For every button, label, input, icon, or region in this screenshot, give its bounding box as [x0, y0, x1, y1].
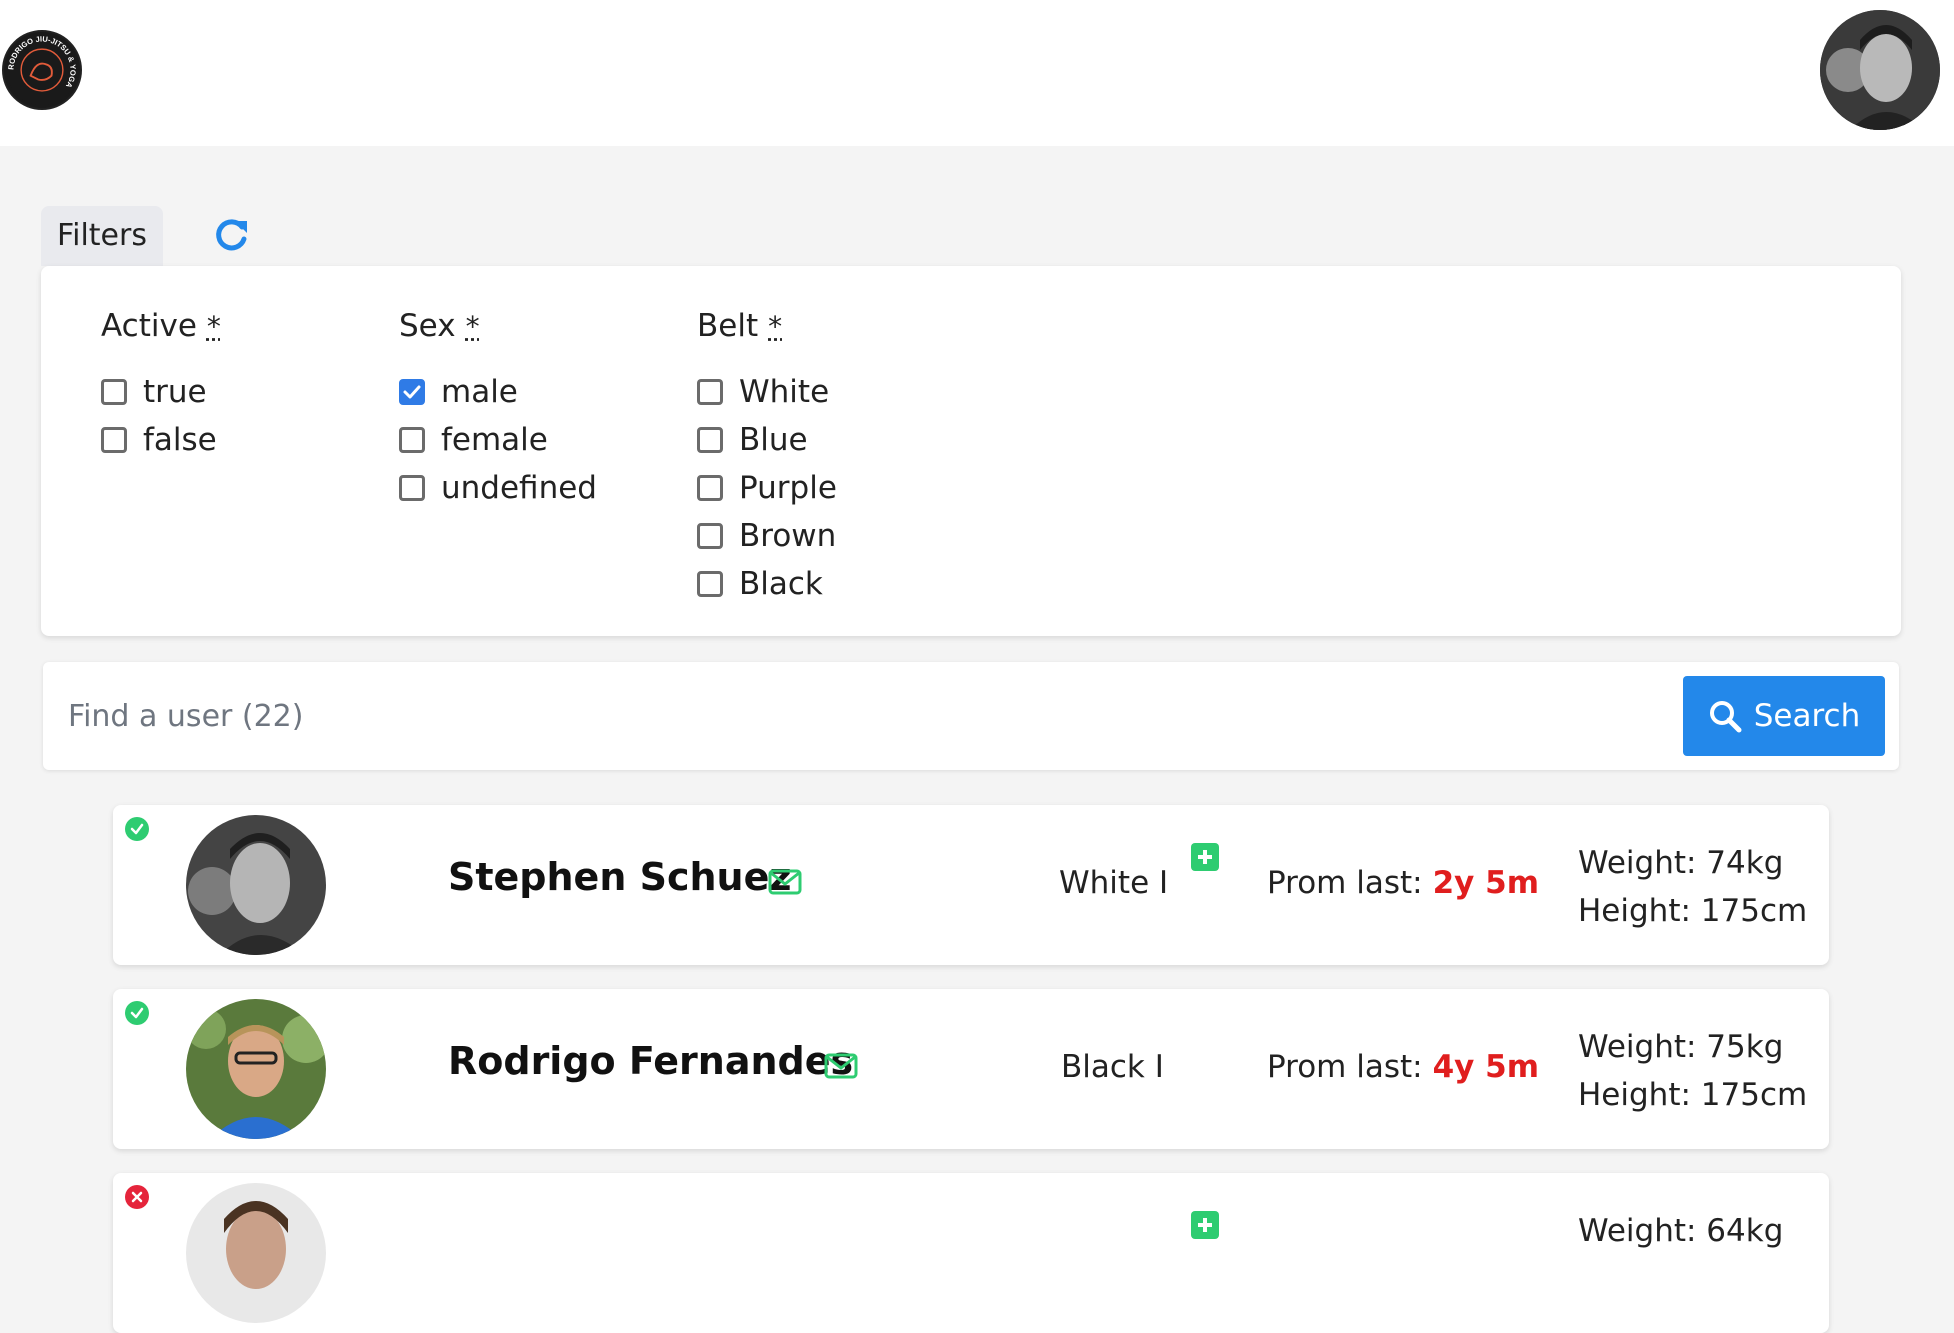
top-bar: RODRIGO JIU-JITSU & YOGA — [0, 0, 1954, 146]
belt-rank: Black I — [1061, 1049, 1164, 1085]
last-promotion: Prom last: 4y 5m — [1267, 1049, 1539, 1085]
filter-title-text: Belt — [697, 308, 759, 344]
weight-value: Weight: 74kg — [1578, 845, 1784, 881]
required-marker: * — [206, 310, 221, 343]
checkbox[interactable] — [399, 427, 425, 453]
checkbox-checked[interactable] — [399, 379, 425, 405]
checkmark-icon — [403, 385, 421, 399]
user-card[interactable]: Stephen Schuez White I Prom last: 2y 5m W… — [113, 805, 1829, 965]
checkbox[interactable] — [697, 379, 723, 405]
status-active-icon — [125, 1001, 149, 1025]
search-button[interactable]: Search — [1683, 676, 1885, 756]
filter-option-active-true[interactable]: true — [101, 368, 221, 416]
user-stats: Weight: 75kg Height: 175cm — [1578, 1023, 1807, 1119]
filter-option-label: Black — [739, 566, 823, 602]
logo-emblem-icon: RODRIGO JIU-JITSU & YOGA — [6, 34, 78, 106]
filter-option-belt-blue[interactable]: Blue — [697, 416, 837, 464]
user-name[interactable]: Stephen Schuez — [448, 855, 792, 899]
filter-option-label: true — [143, 374, 207, 410]
filter-option-sex-female[interactable]: female — [399, 416, 597, 464]
user-avatar[interactable] — [186, 1183, 326, 1323]
filter-option-label: Purple — [739, 470, 837, 506]
checkbox[interactable] — [697, 571, 723, 597]
filter-option-label: male — [441, 374, 518, 410]
mail-icon[interactable] — [768, 869, 802, 895]
filter-group-active: Active * true false — [101, 308, 221, 464]
status-active-icon — [125, 817, 149, 841]
filter-option-active-false[interactable]: false — [101, 416, 221, 464]
search-icon — [1709, 701, 1742, 733]
filters-tab[interactable]: Filters — [41, 206, 163, 266]
plus-icon — [1198, 1218, 1212, 1232]
filter-option-sex-undefined[interactable]: undefined — [399, 464, 597, 512]
required-marker: * — [768, 310, 783, 343]
user-card[interactable]: Rodrigo Fernandes Black I Prom last: 4y 5… — [113, 989, 1829, 1149]
filter-option-label: Brown — [739, 518, 837, 554]
status-inactive-icon — [125, 1185, 149, 1209]
checkbox[interactable] — [697, 523, 723, 549]
refresh-icon[interactable] — [211, 215, 251, 255]
user-name[interactable]: Rodrigo Fernandes — [448, 1039, 853, 1083]
user-avatar[interactable] — [186, 999, 326, 1139]
filter-option-sex-male[interactable]: male — [399, 368, 597, 416]
user-stats: Weight: 74kg Height: 175cm — [1578, 839, 1807, 935]
filter-option-label: female — [441, 422, 548, 458]
person-portrait-icon — [1820, 10, 1940, 130]
prom-value: 4y 5m — [1432, 1049, 1540, 1085]
filter-option-label: false — [143, 422, 217, 458]
required-marker: * — [465, 310, 480, 343]
person-portrait-icon — [186, 815, 326, 955]
profile-avatar[interactable] — [1820, 10, 1940, 130]
weight-value: Weight: 75kg — [1578, 1029, 1784, 1065]
filter-option-label: undefined — [441, 470, 597, 506]
user-card[interactable]: Weight: 64kg — [113, 1173, 1829, 1333]
mail-icon[interactable] — [824, 1053, 858, 1079]
club-logo[interactable]: RODRIGO JIU-JITSU & YOGA — [2, 30, 82, 110]
filter-option-belt-brown[interactable]: Brown — [697, 512, 837, 560]
filter-option-belt-purple[interactable]: Purple — [697, 464, 837, 512]
person-portrait-icon — [186, 1183, 326, 1323]
filter-title-text: Active — [101, 308, 197, 344]
checkbox[interactable] — [697, 427, 723, 453]
filter-group-title: Active * — [101, 308, 221, 344]
add-promotion-icon[interactable] — [1191, 843, 1219, 871]
prom-value: 2y 5m — [1432, 865, 1540, 901]
filters-panel: Active * true false Sex * male female un… — [41, 266, 1901, 636]
filter-group-sex: Sex * male female undefined — [399, 308, 597, 512]
prom-label: Prom last: — [1267, 1049, 1423, 1085]
add-promotion-icon[interactable] — [1191, 1211, 1219, 1239]
belt-rank: White I — [1059, 865, 1169, 901]
person-portrait-icon — [186, 999, 326, 1139]
checkbox[interactable] — [399, 475, 425, 501]
filter-group-belt: Belt * White Blue Purple Brown Black — [697, 308, 837, 608]
filter-option-label: White — [739, 374, 830, 410]
filter-option-belt-black[interactable]: Black — [697, 560, 837, 608]
check-icon — [130, 823, 144, 835]
height-value: Height: 175cm — [1578, 1077, 1808, 1113]
plus-icon — [1198, 850, 1212, 864]
filter-group-title: Belt * — [697, 308, 837, 344]
check-icon — [130, 1007, 144, 1019]
search-button-label: Search — [1753, 698, 1861, 734]
checkbox[interactable] — [697, 475, 723, 501]
height-value: Height: 175cm — [1578, 893, 1808, 929]
user-avatar[interactable] — [186, 815, 326, 955]
filter-group-title: Sex * — [399, 308, 597, 344]
search-bar: Search — [43, 662, 1899, 770]
user-stats: Weight: 64kg — [1578, 1207, 1783, 1255]
filter-option-label: Blue — [739, 422, 808, 458]
filter-title-text: Sex — [399, 308, 456, 344]
checkbox[interactable] — [101, 427, 127, 453]
x-icon — [131, 1191, 143, 1203]
search-input[interactable] — [68, 680, 1708, 752]
filter-option-belt-white[interactable]: White — [697, 368, 837, 416]
checkbox[interactable] — [101, 379, 127, 405]
weight-value: Weight: 64kg — [1578, 1213, 1784, 1249]
last-promotion: Prom last: 2y 5m — [1267, 865, 1539, 901]
prom-label: Prom last: — [1267, 865, 1423, 901]
